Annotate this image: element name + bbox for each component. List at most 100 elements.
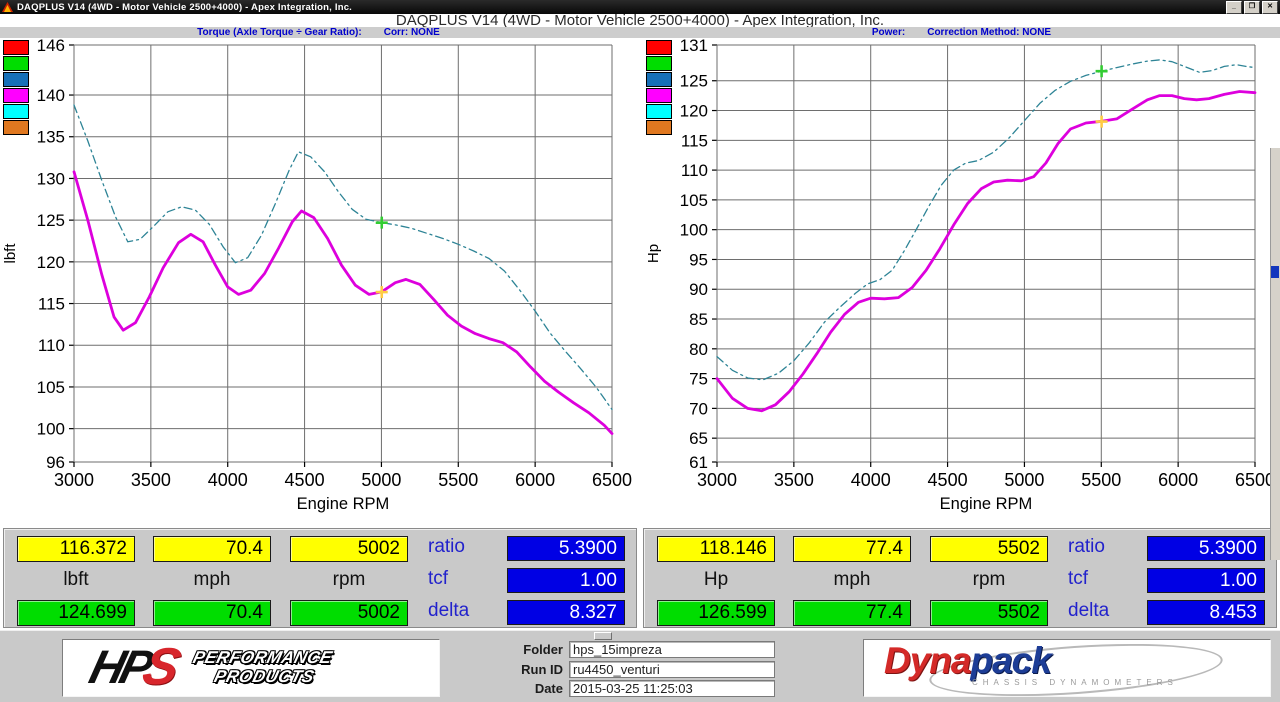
rpm-cursor-value-2: 5002 <box>290 600 408 626</box>
app-icon <box>2 2 13 12</box>
hps-logo-word1: PERFORMANCE <box>191 648 334 667</box>
restore-button[interactable]: ❐ <box>1244 1 1260 14</box>
power-readout-panel: 118.146 77.4 5502 Hp mph rpm 126.599 77.… <box>643 528 1277 628</box>
chart-subheader-row: Torque (Axle Torque ÷ Gear Ratio): Corr:… <box>0 27 1280 38</box>
app-window: DAQPLUS V14 (4WD - Motor Vehicle 2500+40… <box>0 0 1280 702</box>
delta-label: delta <box>428 600 498 622</box>
speed-cursor-value-2: 70.4 <box>153 600 271 626</box>
svg-text:65: 65 <box>689 429 708 448</box>
torque-chart-canvas[interactable]: 1461401351301251201151101051009630003500… <box>0 38 637 525</box>
run-info-form: Folder Run ID Date <box>445 639 855 699</box>
rpm-unit-label: rpm <box>290 569 408 591</box>
tcf-value: 1.00 <box>507 568 625 593</box>
power-cursor-value-2: 126.599 <box>657 600 775 626</box>
torque-correction-label: Corr: NONE <box>384 27 440 38</box>
svg-text:120: 120 <box>37 253 65 272</box>
svg-text:146: 146 <box>37 38 65 55</box>
page-title: DAQPLUS V14 (4WD - Motor Vehicle 2500+40… <box>0 14 1280 27</box>
dynapack-logo-panel: Dynapack CHASSIS DYNAMOMETERS <box>863 639 1271 697</box>
speed-cursor-value-2: 77.4 <box>793 600 911 626</box>
svg-text:Engine RPM: Engine RPM <box>940 495 1033 513</box>
background-window-edge <box>1270 148 1280 560</box>
svg-text:3500: 3500 <box>774 470 814 490</box>
hps-logo-word2: PRODUCTS <box>212 667 329 686</box>
svg-text:115: 115 <box>681 131 708 150</box>
power-chart-header: Power: Correction Method: NONE <box>643 27 1280 38</box>
svg-text:80: 80 <box>689 340 708 359</box>
torque-chart-panel: 1461401351301251201151101051009630003500… <box>0 38 637 525</box>
svg-text:140: 140 <box>37 86 65 105</box>
minimize-button[interactable]: _ <box>1226 1 1242 14</box>
svg-text:6500: 6500 <box>592 470 632 490</box>
date-label: Date <box>445 681 569 696</box>
svg-text:125: 125 <box>680 72 708 91</box>
power-correction-label: Correction Method: NONE <box>927 27 1051 38</box>
delta-label: delta <box>1068 600 1138 622</box>
svg-text:4500: 4500 <box>928 470 968 490</box>
torque-unit-label: lbft <box>17 569 135 591</box>
svg-text:90: 90 <box>689 280 708 299</box>
hps-logo-panel: HP S PERFORMANCE PRODUCTS <box>62 639 440 697</box>
ratio-value: 5.3900 <box>1147 536 1265 561</box>
svg-text:105: 105 <box>37 378 65 397</box>
speed-cursor-value: 70.4 <box>153 536 271 562</box>
dynapack-logo-dyna: Dyna <box>884 640 970 681</box>
svg-text:5000: 5000 <box>361 470 401 490</box>
svg-text:3000: 3000 <box>54 470 94 490</box>
tcf-label: tcf <box>428 568 498 590</box>
run-id-label: Run ID <box>445 662 569 677</box>
hps-logo: HP S PERFORMANCE PRODUCTS <box>85 642 336 692</box>
svg-text:120: 120 <box>680 102 708 121</box>
dynapack-tagline: CHASSIS DYNAMOMETERS <box>972 678 1178 687</box>
dynapack-logo-pack: pack <box>970 640 1050 681</box>
svg-text:100: 100 <box>37 420 65 439</box>
svg-text:4000: 4000 <box>208 470 248 490</box>
ratio-label: ratio <box>428 536 498 558</box>
torque-cursor-value: 116.372 <box>17 536 135 562</box>
svg-text:Engine RPM: Engine RPM <box>297 495 390 513</box>
speed-unit-label: mph <box>793 569 911 591</box>
power-chart-canvas[interactable]: 1311251201151101051009590858075706561300… <box>643 38 1280 525</box>
torque-chart-title: Torque (Axle Torque ÷ Gear Ratio): <box>197 27 362 38</box>
rpm-cursor-value: 5502 <box>930 536 1048 562</box>
power-chart-title: Power: <box>872 27 905 38</box>
svg-text:lbft: lbft <box>2 243 19 264</box>
dynapack-logo: Dynapack CHASSIS DYNAMOMETERS <box>884 644 1244 692</box>
date-input[interactable] <box>569 680 775 697</box>
folder-input[interactable] <box>569 641 775 658</box>
svg-text:110: 110 <box>38 336 65 355</box>
run-id-input[interactable] <box>569 661 775 678</box>
svg-text:130: 130 <box>37 169 65 188</box>
svg-text:70: 70 <box>689 399 708 418</box>
svg-text:6000: 6000 <box>1158 470 1198 490</box>
svg-text:135: 135 <box>37 128 65 147</box>
svg-text:115: 115 <box>38 295 65 314</box>
speed-cursor-value: 77.4 <box>793 536 911 562</box>
window-title: DAQPLUS V14 (4WD - Motor Vehicle 2500+40… <box>17 2 1226 13</box>
folder-label: Folder <box>445 642 569 657</box>
torque-readout-panel: 116.372 70.4 5002 lbft mph rpm 124.699 7… <box>3 528 637 628</box>
svg-text:110: 110 <box>681 161 708 180</box>
ratio-value: 5.3900 <box>507 536 625 561</box>
svg-text:95: 95 <box>689 250 708 269</box>
svg-text:Hp: Hp <box>645 244 662 263</box>
footer-bar: HP S PERFORMANCE PRODUCTS Folder Run ID … <box>0 630 1280 702</box>
power-chart-panel: 1311251201151101051009590858075706561300… <box>643 38 1280 525</box>
rpm-cursor-value: 5002 <box>290 536 408 562</box>
rpm-unit-label: rpm <box>930 569 1048 591</box>
power-unit-label: Hp <box>657 569 775 591</box>
svg-text:5000: 5000 <box>1004 470 1044 490</box>
tcf-label: tcf <box>1068 568 1138 590</box>
tcf-value: 1.00 <box>1147 568 1265 593</box>
svg-text:3500: 3500 <box>131 470 171 490</box>
svg-text:5500: 5500 <box>438 470 478 490</box>
svg-text:105: 105 <box>680 191 708 210</box>
close-button[interactable]: ✕ <box>1262 1 1278 14</box>
background-window-fragment <box>1271 266 1279 278</box>
svg-text:3000: 3000 <box>697 470 737 490</box>
torque-cursor-value-2: 124.699 <box>17 600 135 626</box>
speed-unit-label: mph <box>153 569 271 591</box>
delta-value: 8.327 <box>507 600 625 625</box>
svg-text:100: 100 <box>680 221 708 240</box>
svg-text:4000: 4000 <box>851 470 891 490</box>
